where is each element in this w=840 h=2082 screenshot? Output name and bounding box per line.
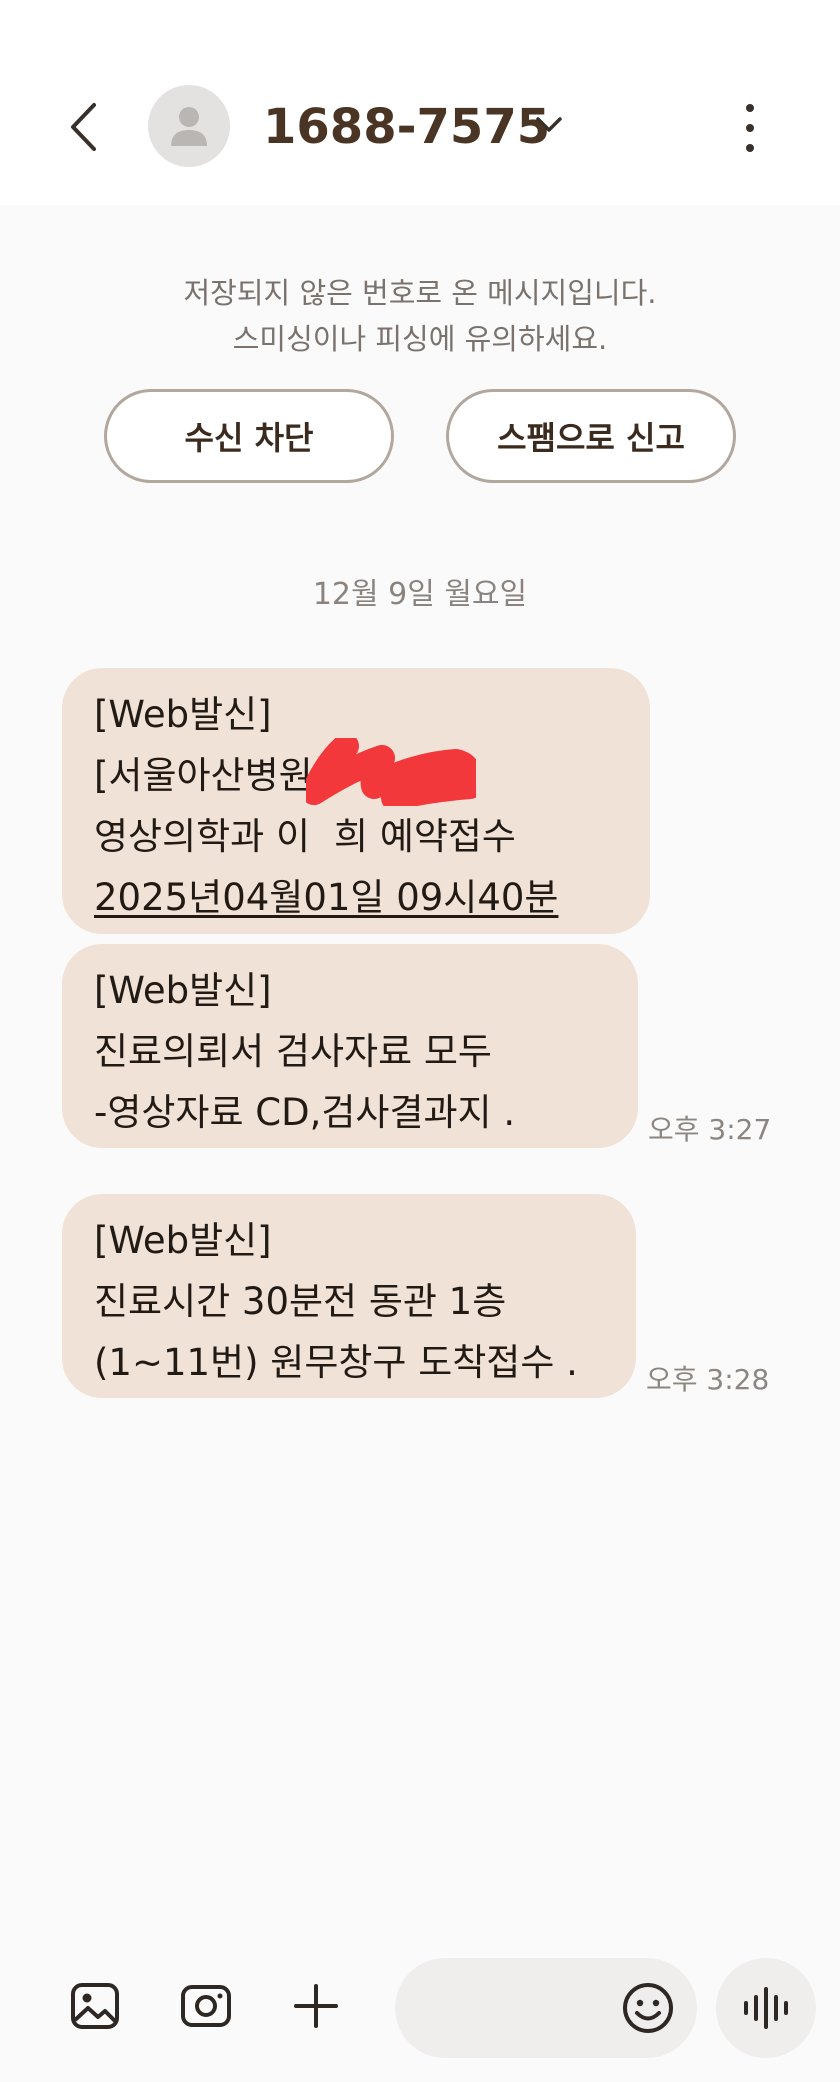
- message-line: [Web발신]: [94, 969, 272, 1012]
- message-date-link[interactable]: 2025년04월01일 09시40분: [94, 867, 618, 928]
- notice-line-1: 저장되지 않은 번호로 온 메시지입니다.: [183, 276, 657, 310]
- message-input[interactable]: [425, 1983, 629, 2035]
- voice-input-button[interactable]: [716, 1958, 816, 2058]
- back-button[interactable]: [55, 92, 111, 162]
- message-line: (1~11번) 원무창구 도착접수 .: [94, 1341, 578, 1384]
- message-line: [Web발신]: [94, 1219, 272, 1262]
- more-vertical-icon-dot: [746, 144, 754, 152]
- message-line: [Web발신]: [94, 693, 272, 736]
- message-timestamp: 오후 3:27: [648, 1113, 772, 1146]
- block-number-button[interactable]: 수신 차단: [104, 389, 394, 483]
- message-line-part: [서울아산병원: [94, 754, 313, 797]
- camera-button[interactable]: [178, 1978, 234, 2034]
- message-line: -영상자료 CD,검사결과지 .: [94, 1091, 516, 1134]
- date-separator: 12월 9일 월요일: [312, 577, 528, 612]
- unknown-sender-notice: 저장되지 않은 번호로 온 메시지입니다. 스미싱이나 피싱에 유의하세요.: [0, 270, 840, 362]
- emoji-icon[interactable]: [620, 1980, 676, 2036]
- more-vertical-icon: [746, 104, 754, 112]
- add-attachment-button[interactable]: [288, 1978, 344, 2034]
- contact-title[interactable]: 1688-7575: [263, 92, 550, 162]
- message-line: 진료시간 30분전 동관 1층: [94, 1280, 507, 1323]
- plus-icon: [294, 1984, 338, 2028]
- more-options-button[interactable]: [730, 98, 770, 158]
- camera-icon: [181, 1985, 231, 2027]
- chevron-down-icon[interactable]: [532, 108, 566, 142]
- more-vertical-icon-dot: [746, 124, 754, 132]
- message-line: 영상의학과 이 희 예약접수: [94, 806, 618, 867]
- gallery-icon: [71, 1983, 119, 2029]
- message-line: 진료의뢰서 검사자료 모두: [94, 1030, 492, 1073]
- message-bubble[interactable]: [Web발신] 진료의뢰서 검사자료 모두 -영상자료 CD,검사결과지 .: [62, 944, 638, 1148]
- conversation-header: 1688-7575: [0, 0, 840, 205]
- message-line-part: 영상의학과 이: [94, 815, 311, 858]
- message-bubble[interactable]: [Web발신] 진료시간 30분전 동관 1층 (1~11번) 원무창구 도착접…: [62, 1194, 636, 1398]
- message-timestamp: 오후 3:28: [646, 1363, 770, 1396]
- contact-avatar[interactable]: [148, 85, 230, 167]
- back-arrow-icon: [71, 103, 96, 151]
- report-spam-button[interactable]: 스팸으로 신고: [446, 389, 736, 483]
- redaction-scribble: [306, 738, 476, 806]
- gallery-button[interactable]: [67, 1978, 123, 2034]
- person-icon: [171, 107, 207, 146]
- message-line-part: 희 예약접수: [334, 815, 516, 858]
- voice-waveform-icon: [744, 1987, 788, 2029]
- notice-line-2: 스미싱이나 피싱에 유의하세요.: [232, 322, 608, 356]
